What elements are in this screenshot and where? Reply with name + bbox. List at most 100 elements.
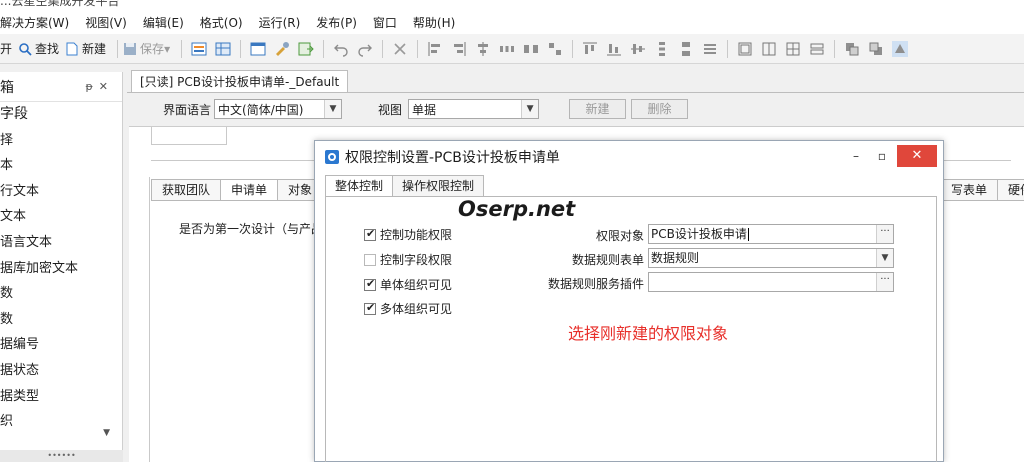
tools-icon[interactable] [274, 41, 290, 57]
send-back-icon[interactable] [868, 41, 884, 57]
menu-solution[interactable]: 解决方案(W) [0, 14, 77, 31]
toolbar-separator [323, 39, 325, 58]
spacing-icon[interactable] [523, 41, 539, 57]
language-select[interactable]: 中文(简体/中国) ▼ [214, 99, 343, 119]
toolbox-item[interactable]: 语言文本 [0, 230, 122, 256]
toolbar-separator [117, 39, 119, 58]
toolbox-title: 箱 [0, 79, 14, 96]
toolbox-item[interactable]: 据编号 [0, 332, 122, 358]
open-button[interactable]: 开 [0, 40, 12, 57]
list-icon[interactable] [702, 41, 718, 57]
dialog-title: 权限控制设置-PCB设计投板申请单 [345, 149, 560, 166]
view-select[interactable]: 单据 ▼ [408, 99, 540, 119]
close-icon[interactable]: ✕ [897, 145, 937, 167]
permission-object-value: PCB设计投板申请 [651, 227, 747, 241]
table-icon[interactable] [215, 41, 231, 57]
checkbox-unchecked[interactable] [364, 253, 376, 266]
bring-front-icon[interactable] [844, 41, 860, 57]
menu-edit[interactable]: 编辑(E) [135, 14, 192, 31]
toolbar-separator [382, 39, 384, 58]
export-icon[interactable] [298, 41, 314, 57]
rule-form-select[interactable]: 数据规则 ▼ [648, 248, 894, 268]
toolbox-item[interactable]: 数 [0, 281, 122, 307]
window-title-bar: ...云星空集成开发平台 [0, 0, 1024, 10]
toolbox-category[interactable]: 字段 [0, 102, 122, 128]
toolbox-item[interactable]: 择 [0, 128, 122, 154]
scroll-down-icon[interactable]: ▼ [103, 428, 110, 438]
toolbox-item[interactable]: 文本 [0, 204, 122, 230]
view-label: 视图 [378, 102, 403, 117]
form-tab[interactable]: 硬件 [997, 179, 1024, 201]
toolbox-item[interactable]: 数 [0, 307, 122, 333]
control-function-permission-checkbox[interactable]: 控制功能权限 [364, 226, 452, 243]
columns-icon[interactable] [761, 41, 777, 57]
checkbox-checked[interactable] [364, 227, 376, 241]
checkbox-checked[interactable] [364, 301, 376, 315]
control-field-permission-checkbox[interactable]: 控制字段权限 [364, 251, 452, 268]
rows-icon[interactable] [809, 41, 825, 57]
maximize-icon[interactable]: ▫ [871, 146, 893, 166]
text-cursor [747, 228, 749, 241]
same-size-icon[interactable] [547, 41, 563, 57]
tab-overall-control[interactable]: 整体控制 [325, 175, 394, 197]
toolbox-item[interactable]: 据类型 [0, 384, 122, 410]
ellipsis-button[interactable]: ··· [876, 225, 893, 243]
form-tab[interactable]: 申请单 [220, 179, 278, 201]
toolbox-controls: ᵽ✕ [85, 80, 114, 93]
form-tab[interactable]: 写表单 [940, 179, 999, 201]
tab-operation-permission[interactable]: 操作权限控制 [392, 175, 485, 197]
view-value: 单据 [412, 102, 437, 117]
save-button[interactable]: 保存 ▾ [123, 40, 170, 57]
delete-view-button[interactable]: 删除 [631, 99, 689, 119]
window-icon[interactable] [250, 41, 266, 57]
checkbox-checked[interactable] [364, 277, 376, 291]
toolbox-item[interactable]: 本 [0, 153, 122, 179]
distribute-horizontal-icon[interactable] [499, 41, 515, 57]
form-tab[interactable]: 获取团队 [151, 179, 221, 201]
frame-icon[interactable] [737, 41, 753, 57]
menu-publish[interactable]: 发布(P) [308, 14, 365, 31]
toolbox-item[interactable]: 据库加密文本 [0, 256, 122, 282]
menu-view[interactable]: 视图(V) [77, 14, 135, 31]
toolbox-item[interactable]: 据状态 [0, 358, 122, 384]
ellipsis-button[interactable]: ··· [876, 273, 893, 291]
align-top-icon[interactable] [582, 41, 598, 57]
menu-help[interactable]: 帮助(H) [405, 14, 463, 31]
rule-plugin-field[interactable]: ··· [648, 272, 894, 292]
align-left-icon[interactable] [427, 41, 443, 57]
toolbar-separator [181, 39, 183, 58]
align-right-icon[interactable] [451, 41, 467, 57]
pin-icon[interactable]: ᵽ [85, 80, 98, 93]
grid-icon[interactable] [785, 41, 801, 57]
align-bottom-icon[interactable] [606, 41, 622, 57]
toolbox-item[interactable]: 行文本 [0, 179, 122, 205]
form-element-box[interactable] [151, 127, 227, 145]
new-button[interactable]: 新建 [65, 40, 106, 57]
redo-icon[interactable] [357, 41, 373, 57]
delete-icon[interactable] [392, 41, 408, 57]
document-tab[interactable]: [只读] PCB设计投板申请单-_Default [131, 70, 349, 92]
menu-run[interactable]: 运行(R) [251, 14, 309, 31]
align-center-icon[interactable] [475, 41, 491, 57]
open-label: 开 [0, 42, 13, 56]
main-toolbar: 开 查找 新建 保存 ▾ [0, 34, 1024, 64]
close-icon[interactable]: ✕ [99, 80, 114, 93]
vertical-spacing-icon[interactable] [678, 41, 694, 57]
app-icon [325, 149, 339, 164]
menu-window[interactable]: 窗口 [365, 14, 405, 31]
align-middle-icon[interactable] [630, 41, 646, 57]
form-layout-icon[interactable] [191, 41, 207, 57]
panel-grip[interactable]: •••••• [0, 450, 123, 462]
menu-format[interactable]: 格式(O) [192, 14, 251, 31]
new-view-button[interactable]: 新建 [569, 99, 627, 119]
undo-icon[interactable] [333, 41, 349, 57]
lock-icon[interactable] [892, 40, 909, 57]
single-org-visible-checkbox[interactable]: 单体组织可见 [364, 276, 452, 293]
save-dropdown-icon[interactable]: ▾ [164, 42, 170, 56]
find-button[interactable]: 查找 [18, 40, 59, 57]
distribute-vertical-icon[interactable] [654, 41, 670, 57]
multi-org-visible-checkbox[interactable]: 多体组织可见 [364, 300, 452, 317]
permission-object-field[interactable]: PCB设计投板申请 ··· [648, 224, 894, 244]
minimize-icon[interactable]: – [845, 146, 867, 166]
save-label: 保存 [140, 42, 165, 56]
